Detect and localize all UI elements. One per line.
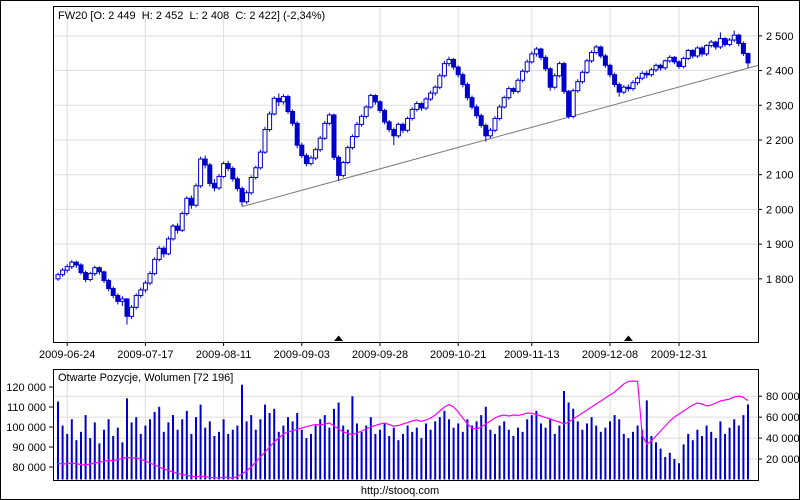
price-panel-title: FW20 [O: 2 449 H: 2 452 L: 2 408 C: 2 42… <box>58 10 326 22</box>
svg-text:2 000: 2 000 <box>766 204 794 216</box>
svg-text:2 200: 2 200 <box>766 135 794 147</box>
svg-text:2009-06-24: 2009-06-24 <box>39 349 95 361</box>
svg-text:2 400: 2 400 <box>766 66 794 78</box>
chart-canvas: 2 500 2 400 2 300 2 200 2 100 2 000 1 900 1 800… <box>6 6 800 481</box>
svg-text:110 000: 110 000 <box>7 402 46 414</box>
svg-text:1 900: 1 900 <box>766 239 794 251</box>
svg-text:1 800: 1 800 <box>766 274 794 286</box>
svg-text:90 000: 90 000 <box>12 442 46 454</box>
svg-text:100 000: 100 000 <box>6 422 46 434</box>
svg-text:2009-12-08: 2009-12-08 <box>582 349 638 361</box>
candlestick-series <box>55 30 751 325</box>
svg-text:2009-10-21: 2009-10-21 <box>430 349 486 361</box>
price-grid <box>53 6 758 342</box>
svg-text:120 000: 120 000 <box>6 382 46 394</box>
volume-panel-title: Otwarte Pozycje, Wolumen [72 196] <box>58 372 234 384</box>
svg-text:2009-11-13: 2009-11-13 <box>504 349 559 361</box>
volume-bars <box>57 384 749 480</box>
price-y-axis: 2 500 2 400 2 300 2 200 2 100 2 000 1 900 1 800 <box>758 31 794 286</box>
svg-text:20 000: 20 000 <box>766 454 800 466</box>
svg-text:2 500: 2 500 <box>766 31 794 43</box>
expiry-markers <box>334 335 633 341</box>
svg-text:2009-12-31: 2009-12-31 <box>651 349 707 361</box>
volume-axis: 80 000 60 000 40 000 20 000 <box>758 391 800 466</box>
svg-text:2 100: 2 100 <box>766 170 794 182</box>
svg-text:2009-07-17: 2009-07-17 <box>117 349 173 361</box>
stooq-link[interactable]: http://stooq.com <box>1 485 799 497</box>
svg-text:40 000: 40 000 <box>766 433 800 445</box>
trendline <box>241 64 759 208</box>
stock-chart-page: FW20 [O: 2 449 H: 2 452 L: 2 408 C: 2 42… <box>0 0 800 500</box>
x-axis: 2009-06-24 2009-07-17 2009-08-11 2009-09-03… <box>39 342 707 361</box>
svg-text:2009-09-28: 2009-09-28 <box>352 349 408 361</box>
open-positions-axis: 120 000 110 000 100 000 90 000 80 000 <box>6 382 53 474</box>
svg-text:80 000: 80 000 <box>766 391 800 403</box>
svg-text:2009-08-11: 2009-08-11 <box>196 349 251 361</box>
svg-text:2009-09-03: 2009-09-03 <box>274 349 330 361</box>
svg-text:2 300: 2 300 <box>766 100 794 112</box>
svg-text:60 000: 60 000 <box>766 412 800 424</box>
svg-text:80 000: 80 000 <box>12 462 46 474</box>
